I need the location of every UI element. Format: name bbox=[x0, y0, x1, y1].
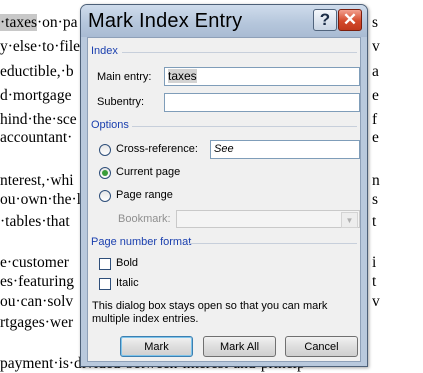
document-line-edge: n bbox=[372, 172, 380, 189]
main-entry-value: taxes bbox=[168, 69, 197, 83]
document-line-edge: f bbox=[372, 111, 378, 128]
group-divider bbox=[132, 126, 357, 127]
bold-checkbox[interactable] bbox=[99, 258, 111, 270]
document-highlight: ·taxes bbox=[0, 14, 38, 31]
index-group-label: Index bbox=[91, 45, 118, 57]
document-line: e·customer bbox=[0, 254, 69, 271]
cross-reference-field[interactable]: See bbox=[210, 140, 360, 159]
group-divider bbox=[189, 243, 357, 244]
bookmark-label: Bookmark: bbox=[118, 213, 171, 225]
page-range-label[interactable]: Page range bbox=[116, 189, 173, 201]
document-line: eductible,·b bbox=[0, 63, 74, 80]
document-line-edge: e bbox=[372, 129, 379, 146]
options-group-label: Options bbox=[91, 119, 129, 131]
document-line: d·mortgage bbox=[0, 87, 72, 104]
dialog-body: Index Main entry: taxes Subentry: Option… bbox=[87, 37, 361, 362]
document-line: ·taxes·on·pa bbox=[0, 14, 78, 31]
group-divider bbox=[122, 52, 357, 53]
document-line-edge: t bbox=[372, 273, 377, 290]
bookmark-dropdown[interactable]: ▼ bbox=[176, 210, 360, 228]
document-line-edge: v bbox=[372, 38, 380, 55]
document-line: ou·can·solv bbox=[0, 293, 74, 310]
dialog-titlebar[interactable]: Mark Index Entry ? ✕ bbox=[81, 5, 367, 37]
document-line: y·else·to·file bbox=[0, 38, 81, 55]
document-line: accountant· bbox=[0, 129, 73, 146]
document-line: ou·own·the·l bbox=[0, 191, 81, 208]
document-line: hind·the·sce bbox=[0, 111, 77, 128]
document-line-edge: i bbox=[372, 254, 377, 271]
current-page-radio[interactable] bbox=[99, 167, 111, 179]
current-page-label[interactable]: Current page bbox=[116, 166, 180, 178]
close-button[interactable]: ✕ bbox=[338, 9, 362, 31]
subentry-field[interactable] bbox=[164, 93, 360, 112]
document-line: nterest,·whi bbox=[0, 172, 74, 189]
page-number-format-group-label: Page number format bbox=[91, 236, 192, 248]
help-button[interactable]: ? bbox=[313, 9, 337, 31]
document-line-edge: a bbox=[372, 63, 379, 80]
dialog-title: Mark Index Entry bbox=[88, 10, 243, 32]
cancel-button[interactable]: Cancel bbox=[285, 336, 358, 357]
cross-reference-label[interactable]: Cross-reference: bbox=[116, 143, 198, 155]
document-line-edge: t bbox=[372, 213, 377, 230]
document-line-edge: e bbox=[372, 87, 379, 104]
page-range-radio[interactable] bbox=[99, 190, 111, 202]
document-line-edge: v bbox=[372, 293, 380, 310]
cross-reference-radio[interactable] bbox=[99, 144, 111, 156]
italic-checkbox[interactable] bbox=[99, 278, 111, 290]
mark-index-entry-dialog: Mark Index Entry ? ✕ Index Main entry: t… bbox=[80, 4, 368, 367]
document-line: es·featuring bbox=[0, 273, 75, 290]
mark-button[interactable]: Mark bbox=[120, 336, 193, 357]
main-entry-label: Main entry: bbox=[97, 71, 152, 83]
mark-all-button[interactable]: Mark All bbox=[203, 336, 276, 357]
italic-label[interactable]: Italic bbox=[116, 277, 139, 289]
subentry-label: Subentry: bbox=[97, 96, 145, 108]
bold-label[interactable]: Bold bbox=[116, 257, 138, 269]
document-line: rtgages·wer bbox=[0, 314, 74, 331]
main-entry-field[interactable]: taxes bbox=[164, 67, 360, 86]
chevron-down-icon[interactable]: ▼ bbox=[341, 212, 358, 228]
document-line: ·tables·that bbox=[0, 213, 70, 230]
document-line-edge: s bbox=[372, 191, 379, 208]
dialog-note: This dialog box stays open so that you c… bbox=[92, 300, 328, 325]
document-line-edge: s bbox=[372, 14, 379, 31]
